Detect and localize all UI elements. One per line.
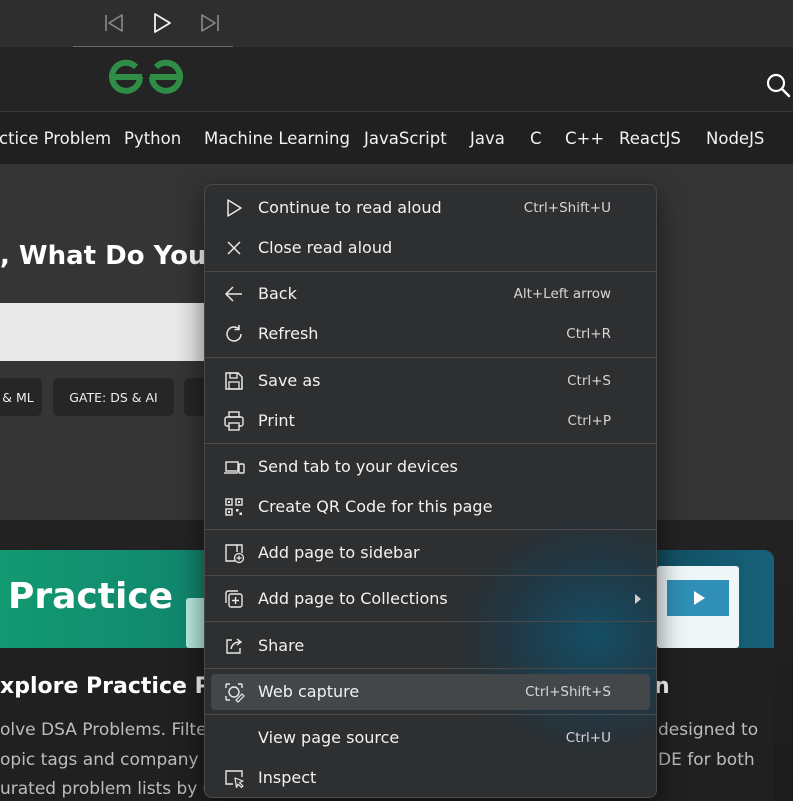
site-header	[0, 47, 793, 112]
play-icon[interactable]	[149, 10, 175, 36]
collections-icon	[223, 588, 245, 610]
nav-item-reactjs[interactable]: ReactJS	[619, 129, 681, 148]
menu-item-label: View page source	[258, 728, 400, 747]
menu-item-shortcut: Ctrl+S	[567, 373, 611, 389]
menu-item-label: Send tab to your devices	[258, 457, 458, 476]
next-icon[interactable]	[197, 10, 223, 36]
nav-item-python[interactable]: Python	[124, 129, 181, 148]
menu-item-shortcut: Ctrl+Shift+U	[523, 200, 611, 216]
nav-item-machine-learning[interactable]: Machine Learning	[204, 129, 350, 148]
sidebar-add-icon	[223, 542, 245, 564]
nav-item-javascript[interactable]: JavaScript	[364, 129, 447, 148]
back-arrow-icon	[223, 283, 245, 305]
menu-separator	[205, 714, 656, 715]
menu-item-shortcut: Alt+Left arrow	[513, 286, 611, 302]
menu-item-label: Inspect	[258, 768, 317, 787]
card-text-line: urated problem lists by G	[0, 779, 216, 799]
search-icon[interactable]	[764, 71, 792, 99]
menu-item-label: Add page to Collections	[258, 589, 448, 608]
menu-item-inspect[interactable]: Inspect	[211, 760, 650, 796]
menu-separator	[205, 621, 656, 622]
menu-item-continue-read-aloud[interactable]: Continue to read aloud Ctrl+Shift+U	[211, 190, 650, 226]
print-icon	[223, 410, 245, 432]
menu-item-label: Create QR Code for this page	[258, 497, 493, 516]
menu-item-label: Continue to read aloud	[258, 198, 442, 217]
menu-item-share[interactable]: Share	[211, 628, 650, 664]
video-illustration	[657, 566, 739, 648]
menu-item-label: Add page to sidebar	[258, 543, 420, 562]
nav-item-practice-problem[interactable]: ctice Problem	[0, 129, 111, 148]
card-text-line: designed to	[658, 720, 759, 740]
read-aloud-toolbar	[0, 0, 793, 47]
menu-separator	[205, 668, 656, 669]
card-text-line: DE for both	[658, 750, 755, 770]
menu-item-shortcut: Ctrl+P	[567, 413, 611, 429]
share-icon	[223, 635, 245, 657]
menu-item-close-read-aloud[interactable]: Close read aloud	[211, 230, 650, 266]
card-title: xplore Practice Pro	[0, 674, 237, 699]
devices-icon	[223, 456, 245, 478]
menu-item-label: Print	[258, 411, 295, 430]
menu-item-send-tab[interactable]: Send tab to your devices	[211, 449, 650, 485]
banner-title: Practice	[8, 576, 174, 617]
nav-item-java[interactable]: Java	[470, 129, 505, 148]
menu-item-add-to-collections[interactable]: Add page to Collections	[211, 581, 650, 617]
menu-separator	[205, 271, 656, 272]
menu-item-label: Share	[258, 636, 305, 655]
menu-item-shortcut: Ctrl+R	[566, 326, 611, 342]
play-icon	[223, 197, 245, 219]
menu-item-back[interactable]: Back Alt+Left arrow	[211, 276, 650, 312]
context-menu: Continue to read aloud Ctrl+Shift+U Clos…	[204, 184, 657, 798]
nav-item-c[interactable]: C	[530, 129, 542, 148]
menu-item-print[interactable]: Print Ctrl+P	[211, 403, 650, 439]
card-text-line: olve DSA Problems. Filte	[0, 720, 207, 740]
menu-item-label: Web capture	[258, 682, 360, 701]
hero-search-input[interactable]	[0, 303, 210, 361]
chip-gate-ds-ai[interactable]: GATE: DS & AI	[53, 378, 174, 416]
menu-item-shortcut: Ctrl+Shift+S	[525, 684, 611, 700]
menu-item-save-as[interactable]: Save as Ctrl+S	[211, 363, 650, 399]
menu-item-label: Save as	[258, 371, 321, 390]
menu-item-add-to-sidebar[interactable]: Add page to sidebar	[211, 535, 650, 571]
web-capture-icon	[223, 681, 245, 703]
menu-item-label: Refresh	[258, 324, 319, 343]
menu-item-create-qr-code[interactable]: Create QR Code for this page	[211, 489, 650, 525]
submenu-chevron-icon	[635, 594, 641, 604]
geeksforgeeks-logo[interactable]	[106, 55, 186, 99]
nav-item-cpp[interactable]: C++	[565, 129, 604, 148]
menu-item-web-capture[interactable]: Web capture Ctrl+Shift+S	[211, 674, 650, 710]
menu-item-refresh[interactable]: Refresh Ctrl+R	[211, 316, 650, 352]
menu-item-label: Back	[258, 284, 297, 303]
menu-item-shortcut: Ctrl+U	[565, 730, 611, 746]
close-icon	[223, 237, 245, 259]
inspect-icon	[223, 767, 245, 789]
refresh-icon	[223, 323, 245, 345]
card-text-line: opic tags and company ta	[0, 750, 222, 770]
save-icon	[223, 370, 245, 392]
menu-item-label: Close read aloud	[258, 238, 393, 257]
menu-separator	[205, 443, 656, 444]
nav-item-nodejs[interactable]: NodeJS	[706, 129, 764, 148]
chip-ai-ml[interactable]: & ML	[0, 378, 42, 416]
menu-separator	[205, 529, 656, 530]
previous-icon[interactable]	[101, 10, 127, 36]
qr-code-icon	[223, 496, 245, 518]
menu-item-view-page-source[interactable]: View page source Ctrl+U	[211, 720, 650, 756]
menu-separator	[205, 357, 656, 358]
category-navbar: ctice Problem Python Machine Learning Ja…	[0, 112, 793, 164]
menu-separator	[205, 575, 656, 576]
